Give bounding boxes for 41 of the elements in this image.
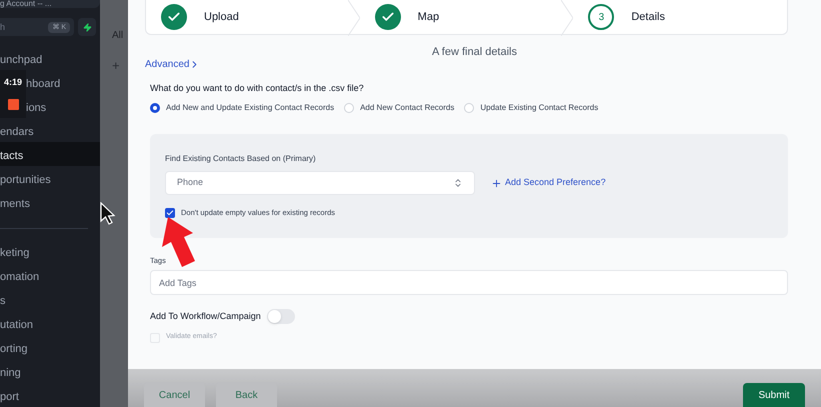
tags-field[interactable]: Add Tags bbox=[150, 270, 788, 296]
sidebar-item[interactable]: port bbox=[0, 383, 100, 407]
workflow-label: Add To Workflow/Campaign bbox=[150, 310, 261, 323]
checkbox[interactable] bbox=[165, 208, 175, 218]
step-label: Map bbox=[418, 10, 440, 25]
sidebar-item[interactable]: endars bbox=[0, 118, 100, 142]
account-switcher[interactable]: g Account -- ... bbox=[0, 0, 100, 8]
lightning-icon bbox=[82, 22, 92, 32]
question-text: What do you want to do with contact/s in the .csv file? bbox=[150, 82, 365, 95]
sidebar-item[interactable]: ning bbox=[0, 359, 100, 383]
field-label: Find Existing Contacts Based on (Primary) bbox=[165, 153, 317, 165]
advanced-link[interactable]: Advanced bbox=[145, 56, 200, 72]
lightning-button[interactable] bbox=[78, 18, 96, 36]
sidebar-item[interactable]: ions bbox=[26, 94, 100, 118]
radio-option[interactable]: Add New and Update Existing Contact Records bbox=[150, 102, 334, 114]
sidebar-item[interactable]: s bbox=[0, 287, 100, 311]
step-number: 3 bbox=[588, 4, 614, 30]
plus-icon bbox=[491, 178, 502, 188]
sidebar-item[interactable]: orting bbox=[0, 335, 100, 359]
cursor-icon bbox=[100, 202, 116, 226]
sidebar-item[interactable]: portunities bbox=[0, 166, 100, 190]
submit-button[interactable]: Submit bbox=[743, 383, 805, 407]
stop-button[interactable] bbox=[8, 99, 18, 110]
sidebar-item[interactable]: omation bbox=[0, 263, 100, 287]
sidebar-item[interactable]: unchpad bbox=[0, 46, 100, 70]
up-down-icon bbox=[453, 178, 463, 188]
sidebar-item[interactable]: ments bbox=[0, 190, 100, 214]
toggle-switch[interactable] bbox=[266, 309, 295, 324]
step-label: Upload bbox=[204, 10, 239, 25]
sidebar-item[interactable]: utation bbox=[0, 311, 100, 335]
recording-timer: 4:19 bbox=[4, 78, 22, 88]
add-preference-link[interactable]: Add Second Preference? bbox=[491, 176, 606, 190]
select-field[interactable]: Phone bbox=[165, 171, 475, 195]
step-label: Details bbox=[631, 10, 665, 25]
sidebar-item[interactable]: tacts bbox=[0, 142, 100, 166]
sidebar-item[interactable]: keting bbox=[0, 239, 100, 263]
radio-option[interactable]: Update Existing Contact Records bbox=[464, 102, 598, 114]
sidebar-item[interactable]: hboard bbox=[26, 70, 100, 94]
footer-button[interactable]: Cancel bbox=[144, 383, 205, 407]
section-heading: A few final details bbox=[432, 45, 517, 60]
radio-option[interactable]: Add New Contact Records bbox=[344, 102, 454, 114]
